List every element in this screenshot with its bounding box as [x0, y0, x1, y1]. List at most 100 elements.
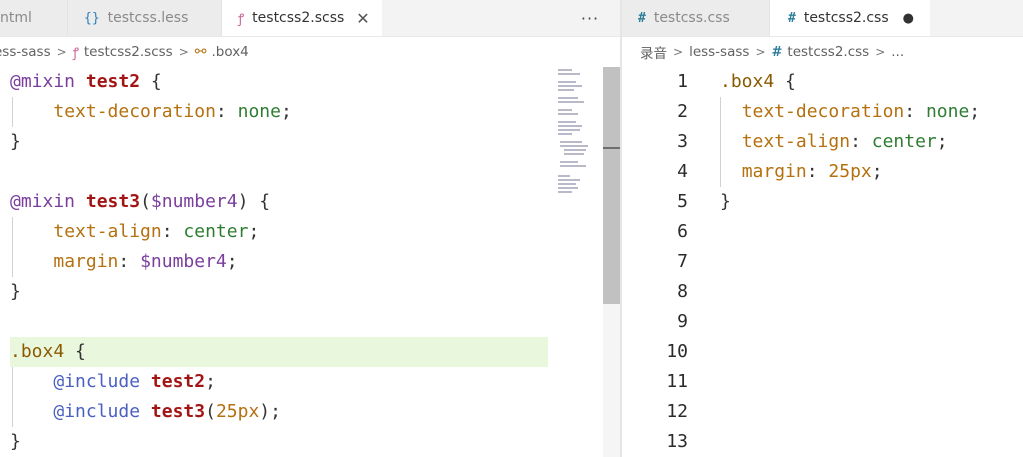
line-number: 6	[677, 221, 688, 242]
chevron-right-icon: >	[178, 45, 189, 59]
code-token: (	[140, 191, 151, 212]
code-line[interactable]: .box4 {	[10, 337, 548, 367]
line-number: 13	[666, 431, 688, 452]
breadcrumb-symbol[interactable]: .box4	[211, 44, 248, 60]
code-line[interactable]: }	[10, 427, 548, 457]
tab-html[interactable]: ntml	[0, 0, 68, 36]
tab-label: testcss2.scss	[252, 10, 345, 26]
code-line[interactable]: }	[10, 127, 548, 157]
code-token: $number4	[140, 251, 227, 272]
code-token: test3	[150, 401, 206, 422]
vertical-scrollbar-thumb[interactable]	[603, 67, 620, 304]
left-editor-pane: ntml {} testcss.less ꝭ testcss2.scss ✕ ·…	[0, 0, 620, 457]
code-token: ;	[205, 371, 216, 392]
code-token: $number4	[150, 191, 238, 212]
css-file-icon: #	[788, 10, 796, 26]
code-line[interactable]: text-decoration: none;	[720, 97, 1023, 127]
line-number: 3	[677, 131, 688, 152]
code-token: :	[118, 251, 141, 272]
code-token: }	[10, 131, 21, 152]
code-line[interactable]: }	[720, 187, 1023, 217]
breadcrumb-more[interactable]: ...	[891, 44, 904, 60]
code-line[interactable]: }	[10, 277, 548, 307]
code-token: {	[140, 71, 162, 92]
code-line[interactable]: @mixin test2 {	[10, 67, 548, 97]
code-token: }	[720, 191, 731, 212]
line-number: 12	[666, 401, 688, 422]
breadcrumb-file[interactable]: testcss2.scss	[84, 44, 173, 60]
right-tab-bar: # testcss.css # testcss2.css ●	[622, 0, 1023, 37]
code-line[interactable]: @include test2;	[10, 367, 548, 397]
code-token: {	[774, 71, 796, 92]
chevron-right-icon: >	[875, 45, 886, 59]
code-token: :	[806, 161, 829, 182]
left-tab-bar: ntml {} testcss.less ꝭ testcss2.scss ✕ ·…	[0, 0, 620, 37]
code-token: margin	[741, 161, 807, 182]
code-line[interactable]: .box4 {	[720, 67, 1023, 97]
line-number: 4	[677, 161, 688, 182]
code-token: 25px	[828, 161, 872, 182]
css-code-editor[interactable]: .box4 { text-decoration: none; text-alig…	[720, 67, 1023, 217]
code-line[interactable]: @include test3(25px);	[10, 397, 548, 427]
line-number: 2	[677, 101, 688, 122]
line-number: 8	[677, 281, 688, 302]
tab-testcss2-css[interactable]: # testcss2.css ●	[770, 0, 930, 36]
code-line[interactable]: text-decoration: none;	[10, 97, 548, 127]
minimap[interactable]	[556, 67, 602, 207]
code-line[interactable]: @mixin test3($number4) {	[10, 187, 548, 217]
tab-label: ntml	[0, 10, 32, 26]
code-token: :	[904, 101, 926, 122]
breadcrumb: 录音 > less-sass > # testcss2.css > ...	[640, 37, 1023, 67]
braces-file-icon: {}	[84, 10, 100, 26]
indent-guide	[12, 217, 13, 247]
symbol-class-icon: ⚯	[194, 44, 207, 60]
unsaved-dot-icon[interactable]: ●	[903, 11, 914, 26]
tab-testcss-css[interactable]: # testcss.css	[622, 0, 770, 36]
code-token: ;	[226, 251, 238, 272]
code-line[interactable]: margin: 25px;	[720, 157, 1023, 187]
code-line[interactable]: margin: $number4;	[10, 247, 548, 277]
breadcrumb: ess-sass > ꝭ testcss2.scss > ⚯ .box4	[0, 37, 620, 67]
tab-label: testcss.css	[653, 10, 730, 26]
cursor-position-marker	[603, 147, 620, 149]
chevron-right-icon: >	[755, 45, 766, 59]
indent-guide	[720, 127, 721, 157]
breadcrumb-folder[interactable]: less-sass	[689, 44, 749, 60]
close-icon[interactable]: ✕	[356, 9, 369, 28]
code-line[interactable]: text-align: center;	[720, 127, 1023, 157]
tab-testcss-less[interactable]: {} testcss.less	[68, 0, 222, 36]
scss-code-editor[interactable]: @mixin test2 { text-decoration: none;} @…	[0, 67, 548, 457]
code-line[interactable]	[10, 307, 548, 337]
line-number: 7	[677, 251, 688, 272]
code-token: center	[871, 131, 937, 152]
tab-testcss2-scss[interactable]: ꝭ testcss2.scss ✕	[222, 0, 382, 36]
indent-guide	[12, 367, 13, 397]
code-token: none	[237, 101, 281, 122]
code-token: .box4	[720, 71, 775, 92]
code-line[interactable]	[10, 157, 548, 187]
code-token: :	[850, 131, 872, 152]
breadcrumb-folder[interactable]: ess-sass	[0, 44, 51, 60]
indent-guide	[12, 247, 13, 277]
chevron-right-icon: >	[56, 45, 67, 59]
more-actions-icon[interactable]: ···	[578, 6, 602, 30]
code-token: @include	[53, 401, 141, 422]
code-token: ;	[936, 131, 948, 152]
code-token: margin	[53, 251, 119, 272]
code-token: {	[64, 341, 86, 362]
code-line[interactable]: text-align: center;	[10, 217, 548, 247]
code-token: text-align	[53, 221, 162, 242]
indent-guide	[720, 157, 721, 187]
breadcrumb-root[interactable]: 录音	[640, 42, 667, 62]
code-token: text-decoration	[53, 101, 216, 122]
breadcrumb-file[interactable]: testcss2.css	[787, 44, 869, 60]
code-token: test2	[85, 71, 141, 92]
code-token: center	[183, 221, 249, 242]
code-token: .box4	[10, 341, 65, 362]
code-token: text-decoration	[741, 101, 905, 122]
